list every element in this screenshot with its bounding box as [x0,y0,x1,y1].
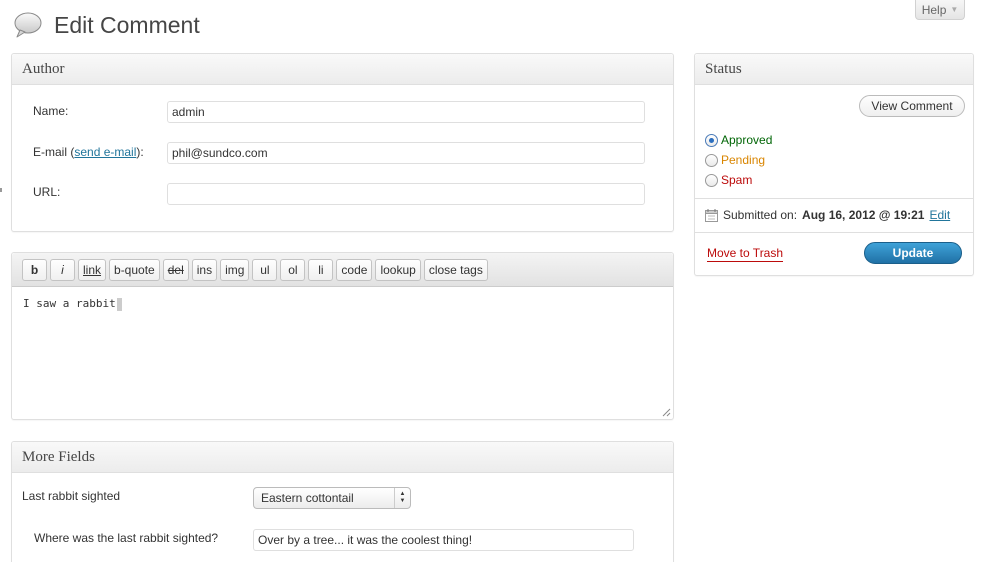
last-sighted-value: Eastern cottontail [261,491,354,505]
email-label-suffix: ): [136,145,144,159]
move-to-trash-link[interactable]: Move to Trash [707,246,784,262]
author-box: Author Name: E-mail (send e-mail): URL: [11,53,674,232]
spam-radio[interactable] [705,173,718,187]
qt-blockquote-button[interactable]: b-quote [109,259,160,281]
author-heading: Author [12,54,673,85]
edit-date-link[interactable]: Edit [929,208,950,222]
where-sighted-input[interactable] [253,529,634,551]
view-comment-button[interactable]: View Comment [859,95,965,117]
update-button[interactable]: Update [864,242,962,264]
last-sighted-select[interactable]: Eastern cottontail ▲ ▼ [253,487,411,509]
pending-radio[interactable] [705,153,718,167]
email-input[interactable] [167,142,645,164]
qt-code-button[interactable]: code [336,259,373,281]
page-header: Edit Comment [12,8,200,42]
qt-italic-button[interactable]: i [50,259,75,281]
status-approved-option[interactable]: Approved [705,133,772,147]
status-divider-2 [695,232,973,233]
submitted-info: Submitted on: Aug 16, 2012 @ 19:21 Edit [705,208,950,222]
qt-del-button[interactable]: del [162,259,189,281]
comment-editor: b i link b-quote del ins img ul ol li co… [11,252,674,420]
approved-label: Approved [721,133,773,147]
last-sighted-label: Last rabbit sighted [22,489,121,503]
help-label: Help [921,2,947,17]
comment-textarea[interactable]: I saw a rabbit [23,297,122,311]
quicktags-toolbar: b i link b-quote del ins img ul ol li co… [12,253,673,287]
comment-bubble-icon [12,9,44,41]
approved-radio[interactable] [705,133,718,147]
qt-ul-button[interactable]: ul [252,259,278,281]
qt-lookup-button[interactable]: lookup [375,259,421,281]
qt-li-button[interactable]: li [308,259,334,281]
where-sighted-label: Where was the last rabbit sighted? [34,531,219,545]
page-title: Edit Comment [54,11,200,38]
status-spam-option[interactable]: Spam [705,173,752,187]
name-label: Name: [33,104,69,118]
help-tab[interactable]: Help ▼ [915,0,965,20]
edge-marker [0,188,2,192]
triangle-down-icon: ▼ [950,5,959,14]
resize-handle-icon[interactable] [662,408,671,417]
qt-close-tags-button[interactable]: close tags [423,259,488,281]
calendar-icon [705,208,718,222]
pending-label: Pending [721,153,766,167]
submitted-prefix: Submitted on: [723,208,798,222]
select-arrows-icon: ▲ ▼ [394,488,410,508]
comment-text: I saw a rabbit [23,297,116,310]
qt-img-button[interactable]: img [220,259,250,281]
qt-ins-button[interactable]: ins [191,259,218,281]
spam-label: Spam [721,173,753,187]
send-email-link[interactable]: send e-mail [74,145,136,159]
more-fields-heading: More Fields [12,442,673,473]
qt-bold-button[interactable]: b [22,259,47,281]
status-box: Status View Comment Approved Pending Spa… [694,53,974,276]
status-divider [695,198,973,199]
submitted-date: Aug 16, 2012 @ 19:21 [802,208,925,222]
email-label-prefix: E-mail ( [33,145,75,159]
qt-ol-button[interactable]: ol [280,259,306,281]
status-heading: Status [695,54,973,85]
text-cursor [116,297,122,311]
email-label: E-mail (send e-mail): [33,145,144,159]
status-pending-option[interactable]: Pending [705,153,765,167]
name-input[interactable] [167,101,645,123]
url-label: URL: [33,185,61,199]
url-input[interactable] [167,183,645,205]
qt-link-button[interactable]: link [78,259,107,281]
